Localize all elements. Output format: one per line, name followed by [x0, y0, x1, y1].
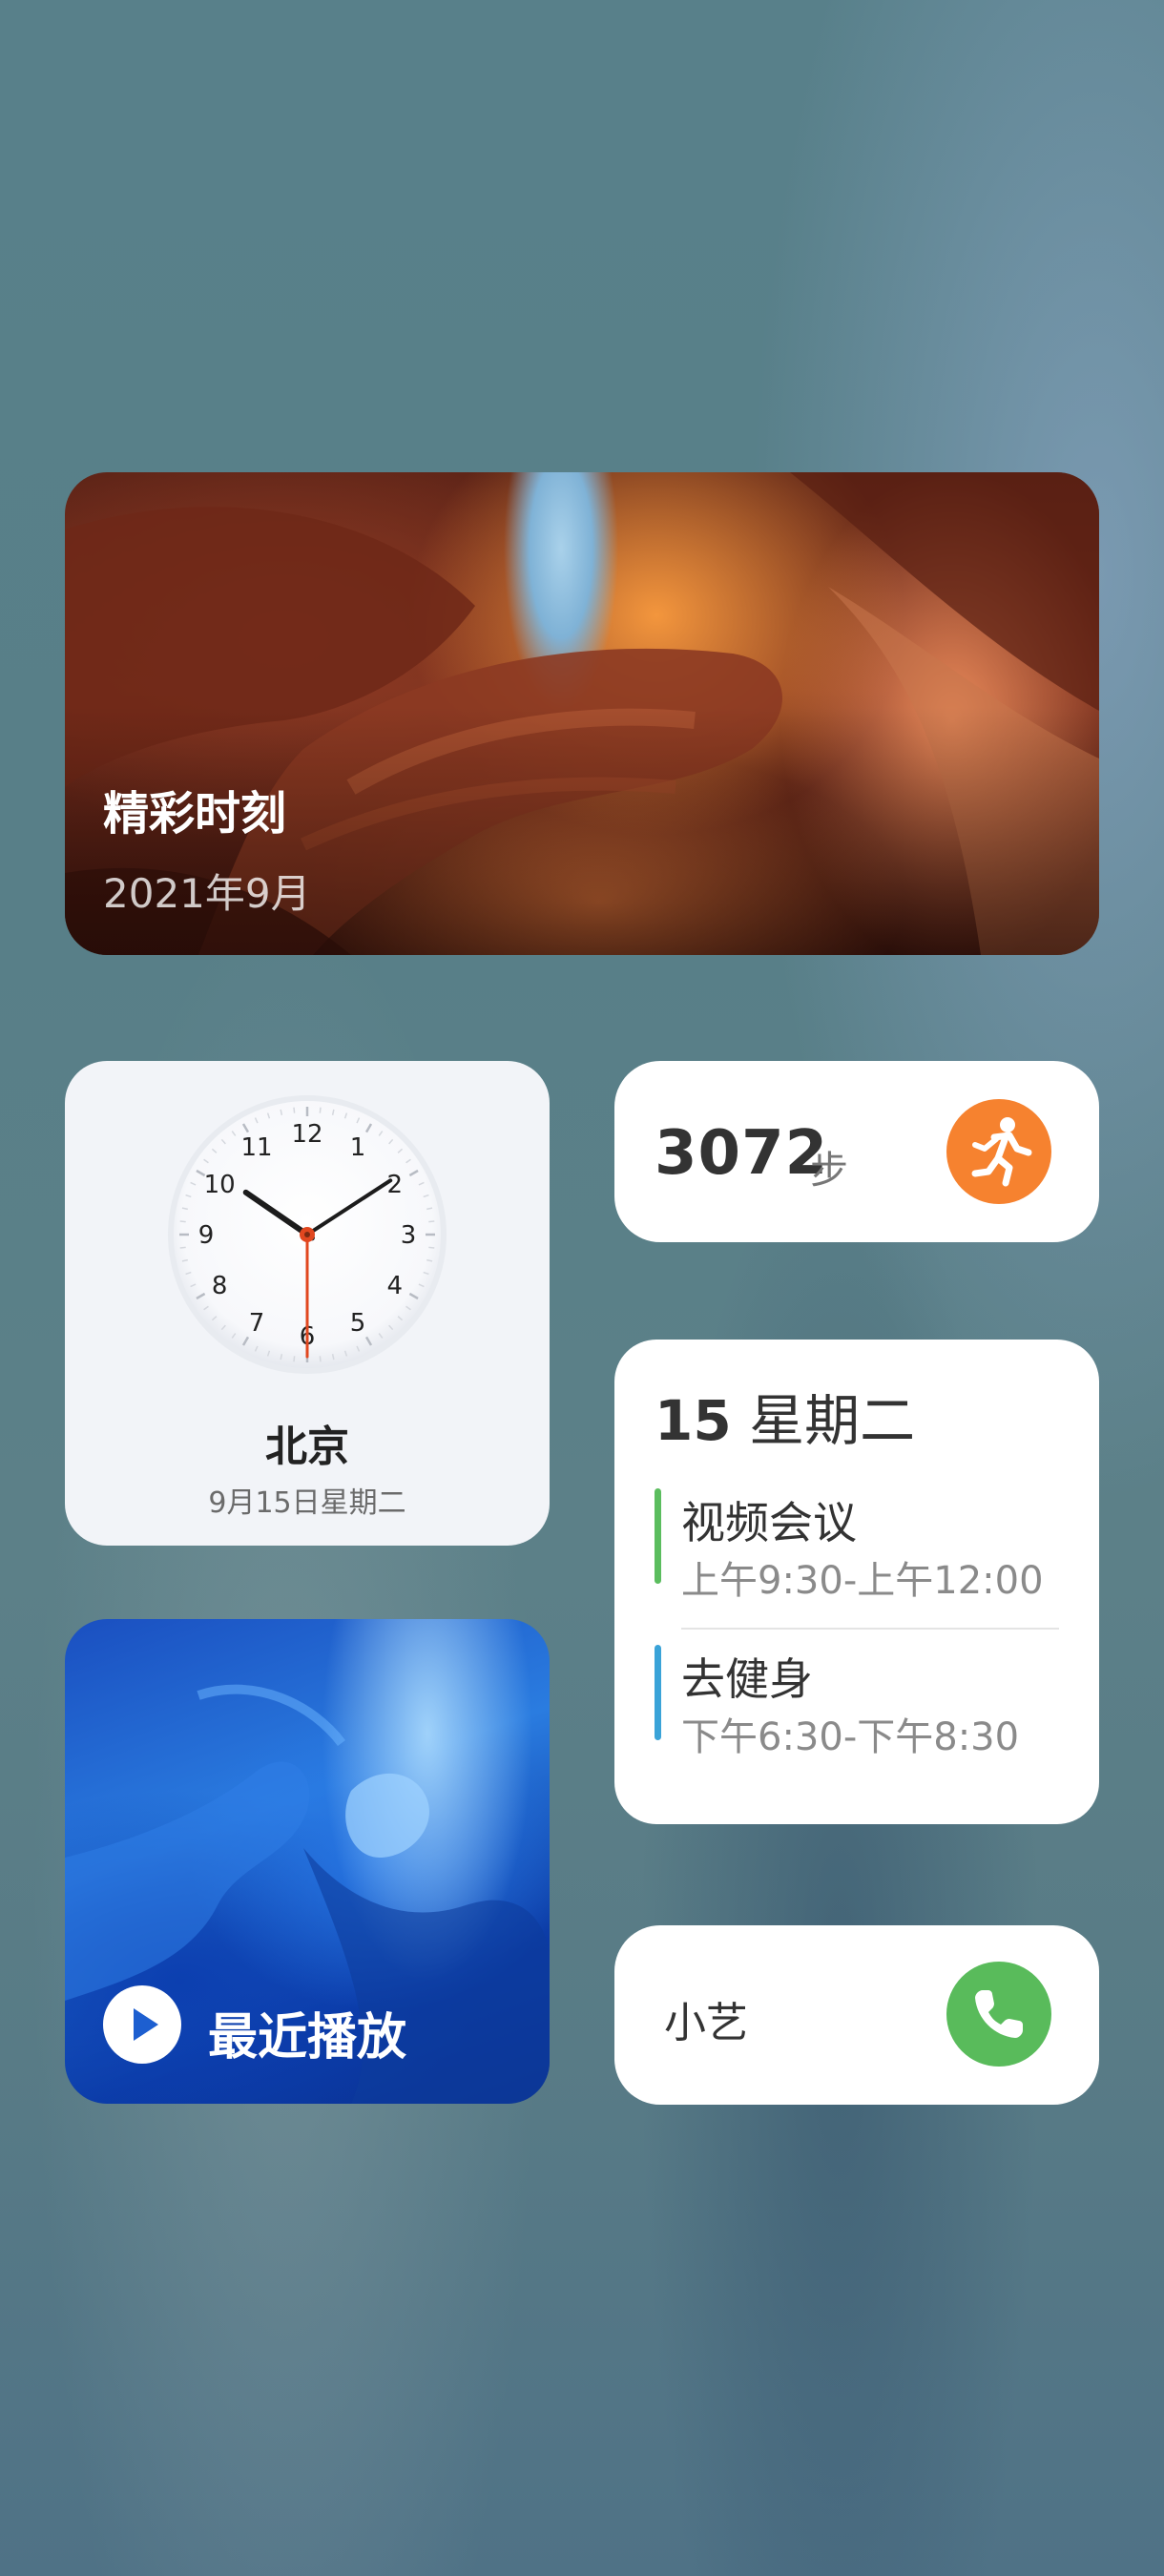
phone-icon[interactable]: [946, 1962, 1051, 2067]
clock-numeral: 8: [212, 1272, 228, 1300]
recent-music-widget[interactable]: 最近播放: [65, 1619, 550, 2104]
assistant-label: 小艺: [664, 1999, 748, 2047]
photo-widget-subtitle: 2021年9月: [103, 870, 311, 917]
clock-tick: [428, 1246, 435, 1249]
calendar-header: 15 星期二: [655, 1376, 915, 1456]
clock-numeral: 5: [350, 1309, 366, 1338]
calendar-weekday: 星期二: [749, 1388, 916, 1453]
play-icon[interactable]: [103, 1985, 181, 2064]
event-title: 去健身: [681, 1653, 813, 1705]
clock-numeral: 10: [204, 1171, 236, 1199]
running-person-icon[interactable]: [946, 1099, 1051, 1204]
steps-count: 3072: [655, 1118, 829, 1189]
calendar-day: 15: [655, 1388, 732, 1453]
clock-tick: [428, 1220, 435, 1223]
clock-numeral: 1: [350, 1133, 366, 1162]
analog-clock: 121234567891011: [168, 1095, 447, 1374]
clock-tick: [319, 1107, 322, 1113]
clock-city: 北京: [265, 1423, 349, 1471]
clock-numeral: 11: [240, 1133, 272, 1162]
event-divider: [681, 1628, 1059, 1630]
clock-tick: [293, 1356, 296, 1362]
photo-memories-widget[interactable]: 精彩时刻 2021年9月: [65, 472, 1099, 955]
clock-date: 9月15日星期二: [208, 1486, 406, 1520]
event-title: 视频会议: [681, 1497, 857, 1548]
clock-tick: [319, 1356, 322, 1362]
clock-numeral: 7: [249, 1309, 265, 1338]
event-time: 下午6:30-下午8:30: [681, 1715, 1020, 1759]
clock-tick: [179, 1246, 186, 1249]
clock-widget[interactable]: 121234567891011 北京 9月15日星期二: [65, 1061, 550, 1546]
calendar-widget[interactable]: 15 星期二 视频会议 上午9:30-上午12:00 去健身 下午6:30-下午…: [614, 1340, 1099, 1824]
clock-tick: [293, 1107, 296, 1113]
clock-numeral: 2: [387, 1171, 404, 1199]
event-color-bar: [655, 1645, 661, 1740]
clock-numeral: 9: [198, 1221, 215, 1250]
music-widget-label: 最近播放: [208, 2009, 407, 2067]
clock-tick: [179, 1220, 186, 1223]
photo-widget-title: 精彩时刻: [103, 787, 287, 841]
steps-widget[interactable]: 3072 步: [614, 1061, 1099, 1242]
steps-unit: 步: [810, 1149, 848, 1193]
event-time: 上午9:30-上午12:00: [681, 1559, 1044, 1603]
clock-numeral: 12: [291, 1120, 322, 1149]
clock-numeral: 4: [387, 1272, 404, 1300]
event-color-bar: [655, 1488, 661, 1584]
clock-numeral: 3: [401, 1221, 417, 1250]
assistant-widget[interactable]: 小艺: [614, 1925, 1099, 2105]
